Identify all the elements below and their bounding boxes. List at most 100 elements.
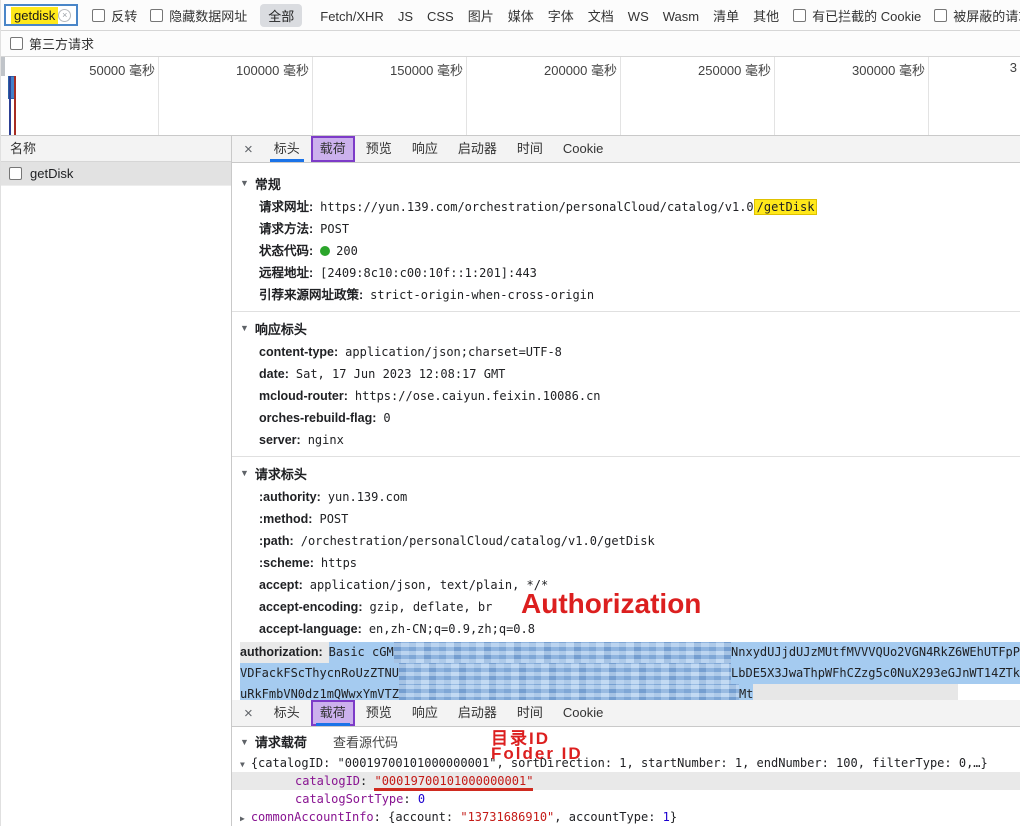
timeline-gridline-cell: 150000 毫秒	[313, 57, 467, 135]
name-column-header[interactable]: 名称	[1, 136, 231, 162]
clear-filter-icon[interactable]: ×	[58, 9, 71, 22]
tab-载荷[interactable]: 载荷	[311, 700, 355, 726]
headers-view: ▼ 常规 请求网址:https://yun.139.com/orchestrat…	[232, 163, 1020, 700]
close-icon[interactable]: ×	[244, 141, 253, 158]
request-row-getdisk[interactable]: getDisk	[1, 162, 231, 186]
request-headers-section: ▼ 请求标头 :authority:yun.139.com:method:POS…	[232, 456, 1020, 700]
filter-chip[interactable]: CSS	[427, 9, 454, 24]
tab-时间[interactable]: 时间	[508, 700, 552, 726]
collapse-triangle-icon[interactable]: ▼	[240, 323, 249, 333]
details-tabbar-bottom: × 标头载荷预览响应启动器时间Cookie	[232, 700, 1020, 727]
tab-标头[interactable]: 标头	[265, 700, 309, 726]
filter-chip[interactable]: Fetch/XHR	[320, 9, 384, 24]
response-header-value: Sat, 17 Jun 2023 12:08:17 GMT	[296, 363, 506, 385]
tab-预览[interactable]: 预览	[357, 700, 401, 726]
filter-chip[interactable]: WS	[628, 9, 649, 24]
tab-载荷[interactable]: 载荷	[311, 136, 355, 162]
request-header-row: :path:/orchestration/personalCloud/catal…	[232, 530, 1020, 552]
checkbox-unchecked[interactable]	[92, 9, 105, 22]
timeline-tick-label: 200000 毫秒	[544, 60, 617, 79]
filter-checkbox-0-label: 反转	[111, 6, 137, 25]
response-header-row: date:Sat, 17 Jun 2023 12:08:17 GMT	[232, 363, 1020, 385]
payload-json-row[interactable]: ▼{catalogID: "00019700101000000001", sor…	[232, 754, 1020, 772]
status-ok-icon	[320, 246, 330, 256]
cookie-checkbox-0[interactable]: 有已拦截的 Cookie	[793, 6, 921, 25]
payload-panel: ×标头载荷预览响应启动器时间Cookie ▼ 请求载荷 查看源代码 ▼{cata…	[232, 700, 1020, 826]
tab-启动器[interactable]: 启动器	[449, 136, 506, 162]
request-headers-title[interactable]: ▼ 请求标头	[232, 460, 1020, 486]
request-header-name: :method:	[259, 508, 312, 530]
filter-chip[interactable]: 其他	[753, 9, 779, 24]
checkbox-unchecked[interactable]	[10, 37, 23, 50]
json-num: 0	[418, 792, 425, 806]
tab-预览[interactable]: 预览	[357, 136, 401, 162]
general-name: 请求方法:	[259, 218, 313, 240]
tab-启动器[interactable]: 启动器	[449, 700, 506, 726]
request-header-row: :method: POST	[232, 508, 1020, 530]
filter-checkbox-1[interactable]: 隐藏数据网址	[150, 6, 247, 25]
filter-chip[interactable]: 文档	[588, 9, 614, 24]
request-header-row: :scheme:https	[232, 552, 1020, 574]
third-party-checkbox[interactable]: 第三方请求	[10, 34, 94, 53]
request-header-name: :path:	[259, 530, 294, 552]
cookie-checkbox-1[interactable]: 被屏蔽的请求	[934, 6, 1020, 25]
highlighted-url-part: /getDisk	[754, 199, 818, 215]
collapse-triangle-icon[interactable]: ▼	[240, 178, 249, 188]
row-background-tail	[753, 684, 958, 700]
json-key: catalogSortType	[295, 792, 403, 806]
payload-json-row[interactable]: catalogID: "00019700101000000001"	[232, 772, 1020, 790]
timeline-gridline-cell: 50000 毫秒	[1, 57, 159, 135]
filter-chip[interactable]: 媒体	[508, 9, 534, 24]
filter-checkbox-0[interactable]: 反转	[92, 6, 137, 25]
json-plain: :	[360, 774, 374, 788]
checkbox-unchecked[interactable]	[934, 9, 947, 22]
authorization-value-visible: VDFackFScThycnRoUzZTNU	[240, 663, 399, 684]
response-header-name: orches-rebuild-flag:	[259, 407, 376, 429]
timeline-tick-label: 300000 毫秒	[852, 60, 925, 79]
json-str: "13731686910"	[460, 810, 554, 824]
response-header-value: https://ose.caiyun.feixin.10086.cn	[355, 385, 601, 407]
response-headers-section: ▼ 响应标头 content-type:application/json;cha…	[232, 311, 1020, 456]
filter-option-checkboxes: 反转隐藏数据网址	[92, 6, 260, 25]
general-name: 状态代码:	[259, 240, 313, 262]
filter-chip[interactable]: 图片	[468, 9, 494, 24]
filter-chip[interactable]: 字体	[548, 9, 574, 24]
request-checkbox[interactable]	[9, 167, 22, 180]
request-header-name: accept-language:	[259, 618, 362, 640]
request-header-value: POST	[319, 508, 348, 530]
expanded-triangle-icon[interactable]: ▼	[240, 760, 245, 769]
tab-标头[interactable]: 标头	[265, 136, 309, 162]
filter-chip[interactable]: JS	[398, 9, 413, 24]
network-filter-input[interactable]: getdisk ×	[4, 4, 78, 26]
close-icon[interactable]: ×	[244, 705, 253, 722]
network-overview-timeline[interactable]: 50000 毫秒100000 毫秒150000 毫秒200000 毫秒25000…	[1, 57, 1020, 136]
response-headers-title[interactable]: ▼ 响应标头	[232, 315, 1020, 341]
general-section-title[interactable]: ▼ 常规	[232, 170, 1020, 196]
tab-响应[interactable]: 响应	[403, 700, 447, 726]
timeline-gridline-cell: 3	[929, 57, 1020, 135]
payload-json-row[interactable]: ▶commonAccountInfo: {account: "137316869…	[232, 808, 1020, 826]
filter-chip-all[interactable]: 全部	[260, 4, 302, 27]
general-value: https://yun.139.com/orchestration/person…	[320, 196, 817, 218]
tab-Cookie[interactable]: Cookie	[554, 136, 612, 162]
timeline-tick-label: 100000 毫秒	[236, 60, 309, 79]
tab-响应[interactable]: 响应	[403, 136, 447, 162]
collapse-triangle-icon[interactable]: ▼	[240, 468, 249, 478]
collapse-triangle-icon[interactable]: ▼	[240, 737, 249, 747]
filter-chip[interactable]: Wasm	[663, 9, 699, 24]
request-header-value: yun.139.com	[328, 486, 407, 508]
checkbox-unchecked[interactable]	[150, 9, 163, 22]
collapsed-triangle-icon[interactable]: ▶	[240, 814, 245, 823]
payload-json-row[interactable]: catalogSortType: 0	[232, 790, 1020, 808]
filter-chip[interactable]: 清单	[713, 9, 739, 24]
response-header-name: server:	[259, 429, 301, 451]
response-header-row: orches-rebuild-flag:0	[232, 407, 1020, 429]
view-source-link[interactable]: 查看源代码	[333, 732, 398, 751]
request-type-chips: Fetch/XHR JS CSS 图片媒体字体文档 WS Wasm 清单其他	[320, 6, 793, 25]
authorization-value-visible: Mt	[739, 684, 753, 700]
json-plain: :	[403, 792, 417, 806]
tab-Cookie[interactable]: Cookie	[554, 700, 612, 726]
tab-时间[interactable]: 时间	[508, 136, 552, 162]
checkbox-unchecked[interactable]	[793, 9, 806, 22]
redacted-token-segment	[399, 684, 739, 700]
